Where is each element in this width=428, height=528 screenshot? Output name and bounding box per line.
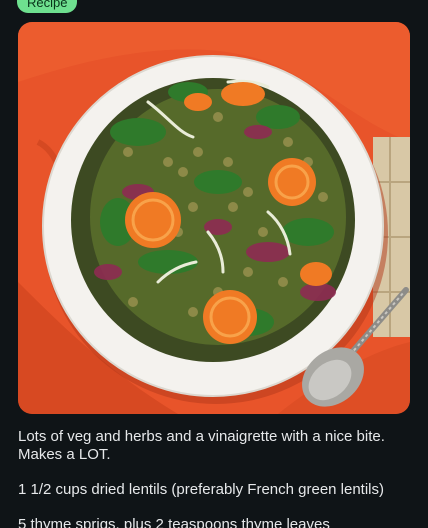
recipe-post: Recipe Lots of veg and herbs and a vinai… [0, 0, 428, 528]
recipe-photo[interactable] [18, 22, 410, 414]
salad-bowl-photo [18, 22, 410, 414]
ingredient-line-2: 5 thyme sprigs, plus 2 teaspoons thyme l… [18, 516, 330, 528]
recipe-badge[interactable]: Recipe [17, 0, 78, 13]
ingredient-line-1: 1 1/2 cups dried lentils (preferably Fre… [18, 481, 385, 498]
post-intro: Lots of veg and herbs and a vinaigrette … [18, 428, 385, 463]
post-body: Lots of veg and herbs and a vinaigrette … [18, 428, 410, 528]
